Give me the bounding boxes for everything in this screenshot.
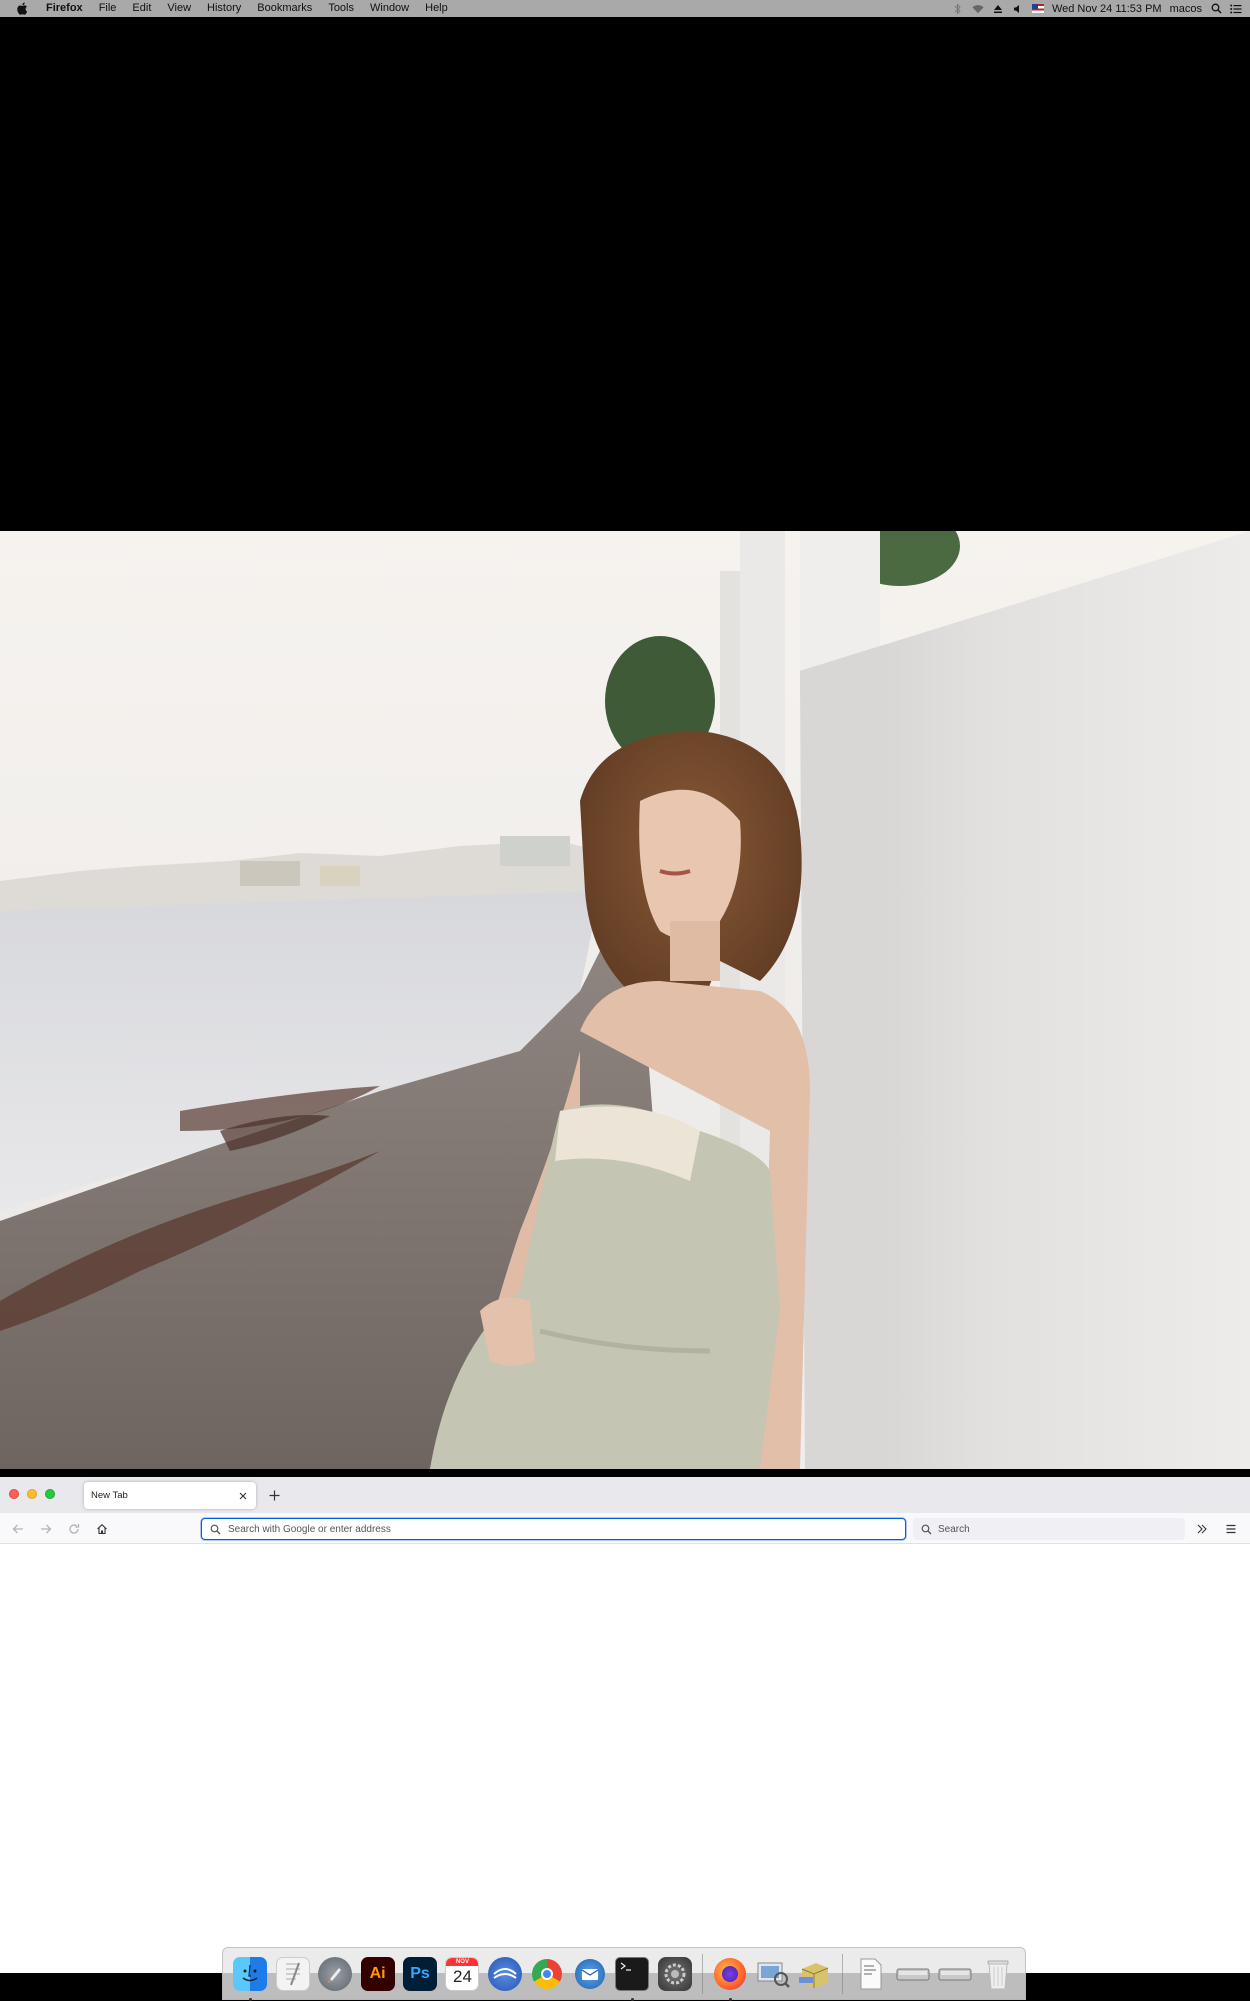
- menu-window[interactable]: Window: [362, 0, 417, 17]
- terminal-icon: [615, 1956, 650, 1991]
- tab-title: New Tab: [91, 1490, 128, 1501]
- back-icon[interactable]: [9, 1520, 27, 1538]
- wifi-icon[interactable]: [972, 3, 984, 15]
- window-controls: [9, 1489, 55, 1499]
- reload-icon[interactable]: [65, 1520, 83, 1538]
- running-indicator: [728, 1997, 732, 2001]
- photoshop-icon: Ps: [403, 1956, 438, 1991]
- dock-item-document[interactable]: [853, 1956, 888, 1992]
- input-source-flag-icon[interactable]: [1031, 3, 1044, 15]
- tab-bar: New Tab: [0, 1477, 1250, 1513]
- calendar-icon: NOV 24: [445, 1956, 480, 1991]
- dock-item-drive-1[interactable]: [895, 1956, 930, 1992]
- dock-item-calendar[interactable]: NOV 24: [445, 1956, 480, 1992]
- dock-separator: [842, 1953, 844, 1994]
- trash-icon: [981, 1957, 1015, 1991]
- calendar-month: NOV: [446, 1957, 479, 1966]
- dock-item-drive-2[interactable]: [938, 1956, 973, 1992]
- url-bar[interactable]: Search with Google or enter address: [201, 1518, 906, 1540]
- illustrator-label: Ai: [369, 1964, 386, 1982]
- window-minimize-button[interactable]: [27, 1489, 37, 1499]
- dock-item-photoshop[interactable]: Ps: [402, 1956, 438, 1992]
- apple-menu-icon[interactable]: [15, 2, 29, 16]
- dock-item-finder[interactable]: [233, 1956, 268, 2001]
- firefox-icon: [714, 1957, 747, 1990]
- hamburger-menu-icon[interactable]: [1222, 1520, 1240, 1538]
- volume-icon[interactable]: [1012, 3, 1024, 15]
- menu-bar: Firefox File Edit View History Bookmarks…: [0, 0, 1250, 17]
- search-bar-icon: [921, 1523, 933, 1535]
- control-center-icon[interactable]: [1230, 3, 1242, 15]
- drive-icon: [938, 1957, 972, 1991]
- launchpad-icon: [318, 1956, 353, 1991]
- window-zoom-button[interactable]: [45, 1489, 55, 1499]
- wallpaper-image: [0, 531, 1250, 1469]
- thunderbird-icon: [574, 1958, 605, 1989]
- new-tab-button[interactable]: [265, 1486, 283, 1504]
- menu-help[interactable]: Help: [417, 0, 456, 17]
- dock-separator: [701, 1953, 703, 1994]
- document-icon: [854, 1957, 888, 1991]
- running-indicator: [248, 1997, 252, 2001]
- menu-file[interactable]: File: [91, 0, 125, 17]
- menubar-user[interactable]: macos: [1170, 3, 1202, 15]
- page-content-area: [0, 1544, 1250, 1973]
- finder-icon: [233, 1956, 268, 1991]
- dock-item-chrome[interactable]: [530, 1956, 565, 1992]
- tab-new-tab[interactable]: New Tab: [84, 1482, 256, 1509]
- menu-edit[interactable]: Edit: [124, 0, 159, 17]
- search-bar[interactable]: Search: [913, 1518, 1185, 1540]
- menu-bookmarks[interactable]: Bookmarks: [249, 0, 320, 17]
- calendar-day: 24: [453, 1966, 472, 1986]
- menu-app-name[interactable]: Firefox: [38, 0, 91, 17]
- dock-item-archive-utility[interactable]: [797, 1956, 832, 1992]
- archive-icon: [798, 1957, 832, 1991]
- dock-item-textedit[interactable]: [275, 1956, 310, 1992]
- system-preferences-icon: [657, 1956, 692, 1991]
- forward-icon[interactable]: [37, 1520, 55, 1538]
- migration-icon: [487, 1956, 522, 1991]
- preview-icon: [756, 1957, 790, 1991]
- tab-close-icon[interactable]: [237, 1490, 249, 1502]
- home-icon[interactable]: [93, 1520, 111, 1538]
- dock-item-preview[interactable]: [755, 1956, 790, 1992]
- textedit-icon: [275, 1956, 310, 1991]
- dock-item-thunderbird[interactable]: [572, 1956, 607, 1992]
- eject-icon[interactable]: [992, 3, 1004, 15]
- dock: Ai Ps NOV 24: [222, 1947, 1026, 2001]
- overflow-chevron-icon[interactable]: [1193, 1520, 1211, 1538]
- spotlight-icon[interactable]: [1210, 3, 1222, 15]
- menubar-clock[interactable]: Wed Nov 24 11:53 PM: [1052, 3, 1162, 15]
- menu-tools[interactable]: Tools: [320, 0, 362, 17]
- photoshop-label: Ps: [410, 1964, 430, 1982]
- bluetooth-icon[interactable]: [952, 2, 964, 15]
- illustrator-icon: Ai: [360, 1956, 395, 1991]
- firefox-window: New Tab Search with Google or enter addr…: [0, 1477, 1250, 1973]
- menu-view[interactable]: View: [159, 0, 199, 17]
- window-close-button[interactable]: [9, 1489, 19, 1499]
- dock-item-system-preferences[interactable]: [657, 1956, 692, 1992]
- dock-item-terminal[interactable]: [615, 1956, 650, 2001]
- desktop-wallpaper-photo: [0, 531, 1250, 1469]
- search-bar-placeholder: Search: [938, 1523, 970, 1535]
- dock-item-illustrator[interactable]: Ai: [360, 1956, 395, 1992]
- drive-icon: [896, 1957, 930, 1991]
- running-indicator: [630, 1997, 634, 2001]
- menu-history[interactable]: History: [199, 0, 249, 17]
- dock-item-firefox[interactable]: [712, 1956, 747, 2001]
- desktop-background: [0, 17, 1250, 531]
- dock-item-launchpad[interactable]: [317, 1956, 353, 1992]
- chrome-icon: [532, 1958, 563, 1989]
- search-icon: [210, 1523, 222, 1535]
- navigation-toolbar: Search with Google or enter address Sear…: [0, 1513, 1250, 1544]
- dock-item-trash[interactable]: [980, 1956, 1015, 1992]
- dock-item-migration[interactable]: [487, 1956, 522, 1992]
- url-bar-placeholder: Search with Google or enter address: [228, 1523, 391, 1535]
